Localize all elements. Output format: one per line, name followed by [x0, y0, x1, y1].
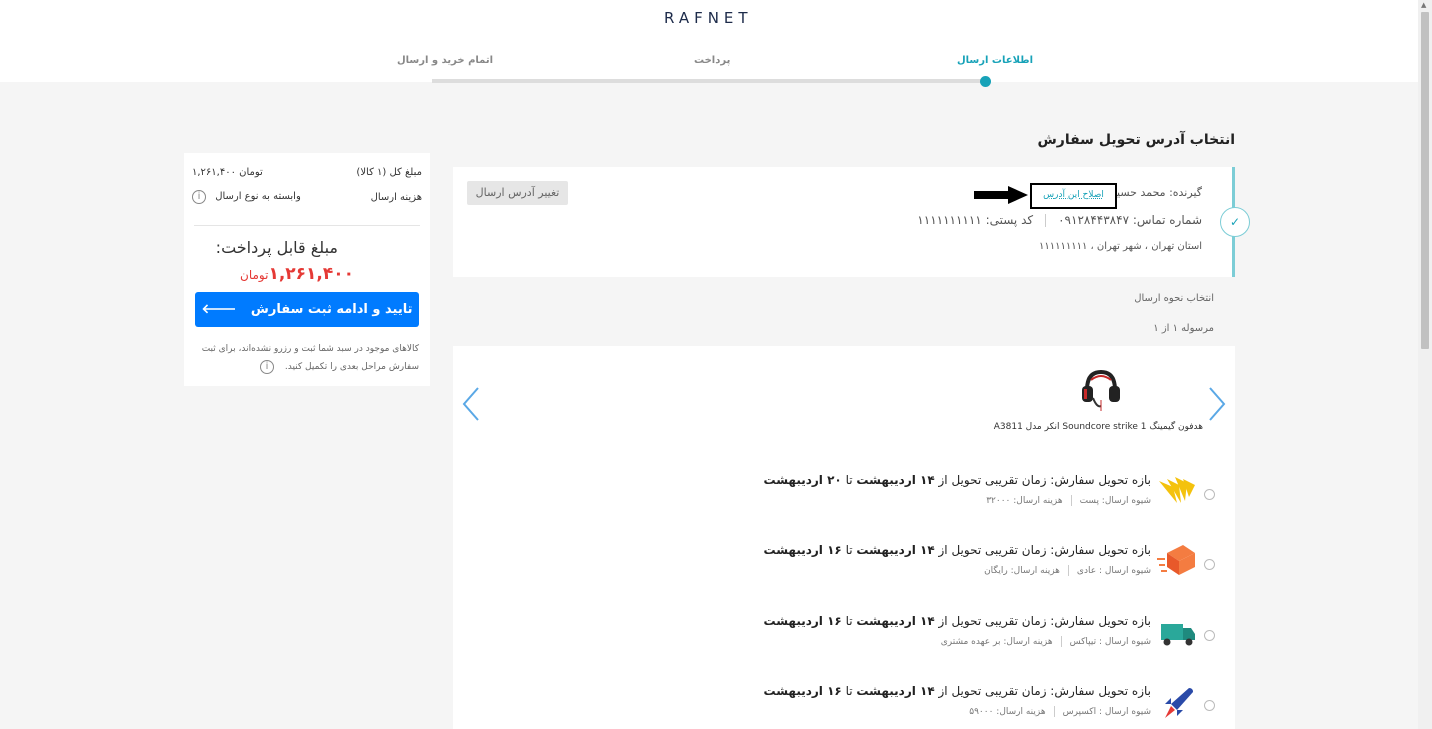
option-method: شیوه ارسال : اکسپرس [1062, 707, 1151, 717]
option-details: شیوه ارسال: پست هزینه ارسال: ۳۲۰۰۰ [986, 495, 1151, 506]
option-title: بازه تحویل سفارش: زمان تقریبی تحویل از ۱… [764, 543, 1152, 557]
parcel-title: مرسوله ۱ از ۱ [1153, 323, 1214, 334]
radio-button[interactable] [1204, 630, 1215, 641]
postal-code: کد پستی: ۱۱۱۱۱۱۱۱۱۱ [917, 213, 1034, 227]
radio-button[interactable] [1204, 700, 1215, 711]
shipping-option-express[interactable]: بازه تحویل سفارش: زمان تقریبی تحویل از ۱… [764, 684, 1217, 729]
check-icon: ✓ [1220, 207, 1250, 237]
option-method: شیوه ارسال: پست [1079, 496, 1151, 506]
radio-button[interactable] [1204, 489, 1215, 500]
post-icon [1159, 477, 1195, 503]
option-date-to: ۱۶ اردیبهشت [763, 684, 842, 698]
option-date-from: ۱۴ اردیبهشت [856, 473, 935, 487]
rocket-icon [1165, 688, 1193, 718]
chevron-right-icon[interactable] [1207, 386, 1227, 422]
reservation-note: کالاهای موجود در سبد شما ثبت و رزرو نشده… [195, 340, 419, 376]
payable-amount-value: ۱,۲۶۱,۴۰۰ [268, 264, 354, 284]
option-title: بازه تحویل سفارش: زمان تقریبی تحویل از ۱… [764, 473, 1152, 487]
full-address: استان تهران ، شهر تهران ، ۱۱۱۱۱۱۱۱۱ [1038, 241, 1202, 252]
divider [194, 225, 420, 226]
step-shipping-info: اطلاعات ارسال [957, 55, 1034, 66]
shipping-cost-value-row: i وابسته به نوع ارسال [192, 190, 301, 204]
step-payment: پرداخت [694, 55, 731, 66]
phone-number: شماره تماس: ۰۹۱۲۸۴۴۳۸۴۷ [1058, 213, 1202, 227]
option-date-to: ۱۶ اردیبهشت [763, 543, 842, 557]
option-cost: هزینه ارسال: بر عهده مشتری [940, 637, 1053, 647]
product-name: هدفون گیمینگ Soundcore strike 1 انکر مدل… [993, 422, 1203, 432]
reservation-note-text: کالاهای موجود در سبد شما ثبت و رزرو نشده… [201, 344, 419, 372]
option-details: شیوه ارسال : عادی هزینه ارسال: رایگان [984, 565, 1151, 576]
divider [1045, 214, 1047, 227]
shipping-option-post[interactable]: بازه تحویل سفارش: زمان تقریبی تحویل از ۱… [764, 473, 1217, 523]
option-details: شیوه ارسال : اکسپرس هزینه ارسال: ۵۹۰۰۰ [969, 706, 1151, 717]
option-date-from: ۱۴ اردیبهشت [856, 543, 935, 557]
option-date-to: ۱۶ اردیبهشت [763, 614, 842, 628]
arrow-left-icon: 🡐 [201, 302, 237, 317]
divider [1053, 706, 1055, 717]
site-logo[interactable]: RAFNET [664, 9, 753, 27]
headphone-product-image[interactable] [1079, 366, 1123, 412]
info-icon[interactable]: i [192, 190, 206, 204]
divider [1070, 495, 1072, 506]
shipping-cost-value: وابسته به نوع ارسال [215, 191, 301, 202]
option-details: شیوه ارسال : تیپاکس هزینه ارسال: بر عهده … [941, 636, 1151, 647]
address-card: تغییر آدرس ارسال گیرنده: محمد حسین اصلاح… [453, 167, 1235, 277]
option-date-to: ۲۰ اردیبهشت [763, 473, 842, 487]
confirm-order-button[interactable]: تایید و ادامه ثبت سفارش 🡐 [195, 292, 419, 327]
option-cost: هزینه ارسال: رایگان [984, 566, 1060, 576]
option-date-from: ۱۴ اردیبهشت [856, 684, 935, 698]
shipping-option-tipax[interactable]: بازه تحویل سفارش: زمان تقریبی تحویل از ۱… [764, 614, 1217, 664]
option-title-to-word: تا [845, 543, 853, 557]
scrollbar-thumb[interactable] [1421, 12, 1429, 349]
total-value: ۱,۲۶۱,۴۰۰ تومان [192, 167, 263, 178]
fix-address-link[interactable]: اصلاح این آدرس [1032, 190, 1115, 200]
radio-button[interactable] [1204, 559, 1215, 570]
chevron-left-icon[interactable] [461, 386, 481, 422]
top-header: RAFNET اطلاعات ارسال پرداخت اتمام خرید و… [0, 0, 1418, 82]
total-label: مبلغ کل (۱ کالا) [356, 167, 422, 178]
info-icon[interactable]: i [260, 360, 274, 374]
option-title-to-word: تا [845, 684, 853, 698]
option-cost: هزینه ارسال: ۵۹۰۰۰ [969, 707, 1046, 717]
option-cost: هزینه ارسال: ۳۲۰۰۰ [986, 496, 1063, 506]
shipping-cost-label: هزینه ارسال [370, 192, 422, 203]
payable-label: مبلغ قابل پرداخت: [215, 238, 338, 257]
step-complete: اتمام خرید و ارسال [397, 55, 494, 66]
shipping-card: هدفون گیمینگ Soundcore strike 1 انکر مدل… [453, 346, 1235, 729]
change-address-button[interactable]: تغییر آدرس ارسال [467, 181, 568, 205]
order-summary-card: مبلغ کل (۱ کالا) ۱,۲۶۱,۴۰۰ تومان هزینه ا… [184, 153, 430, 386]
scroll-up-icon[interactable]: ▲ [1421, 1, 1426, 9]
box-icon [1157, 545, 1195, 575]
contact-row: شماره تماس: ۰۹۱۲۸۴۴۳۸۴۷ کد پستی: ۱۱۱۱۱۱۱۱… [917, 213, 1202, 227]
option-title-prefix: بازه تحویل سفارش: زمان تقریبی تحویل از [938, 543, 1151, 557]
fix-address-highlight: اصلاح این آدرس [1030, 183, 1117, 209]
shipping-method-title: انتخاب نحوه ارسال [1134, 293, 1214, 304]
payable-amount-unit: تومان [240, 268, 269, 282]
payable-amount: ۱,۲۶۱,۴۰۰تومان [240, 264, 354, 284]
option-title-prefix: بازه تحویل سفارش: زمان تقریبی تحویل از [938, 684, 1151, 698]
option-title: بازه تحویل سفارش: زمان تقریبی تحویل از ۱… [764, 614, 1152, 628]
address-section-title: انتخاب آدرس تحویل سفارش [1037, 132, 1235, 148]
scrollbar[interactable]: ▲ [1418, 0, 1432, 729]
option-title-to-word: تا [845, 473, 853, 487]
option-date-from: ۱۴ اردیبهشت [856, 614, 935, 628]
truck-icon [1161, 624, 1195, 646]
divider [1060, 636, 1062, 647]
option-method: شیوه ارسال : عادی [1076, 566, 1151, 576]
progress-dot [980, 76, 991, 87]
divider [1067, 565, 1069, 576]
recipient-name: گیرنده: محمد حسین [1108, 186, 1202, 199]
option-title-prefix: بازه تحویل سفارش: زمان تقریبی تحویل از [938, 614, 1151, 628]
option-title-to-word: تا [845, 614, 853, 628]
progress-track [432, 79, 986, 83]
shipping-option-regular[interactable]: بازه تحویل سفارش: زمان تقریبی تحویل از ۱… [764, 543, 1217, 593]
option-title: بازه تحویل سفارش: زمان تقریبی تحویل از ۱… [764, 684, 1152, 698]
option-title-prefix: بازه تحویل سفارش: زمان تقریبی تحویل از [938, 473, 1151, 487]
option-method: شیوه ارسال : تیپاکس [1069, 637, 1151, 647]
pointer-arrow-icon [974, 186, 1028, 204]
confirm-order-label: تایید و ادامه ثبت سفارش [250, 302, 413, 317]
